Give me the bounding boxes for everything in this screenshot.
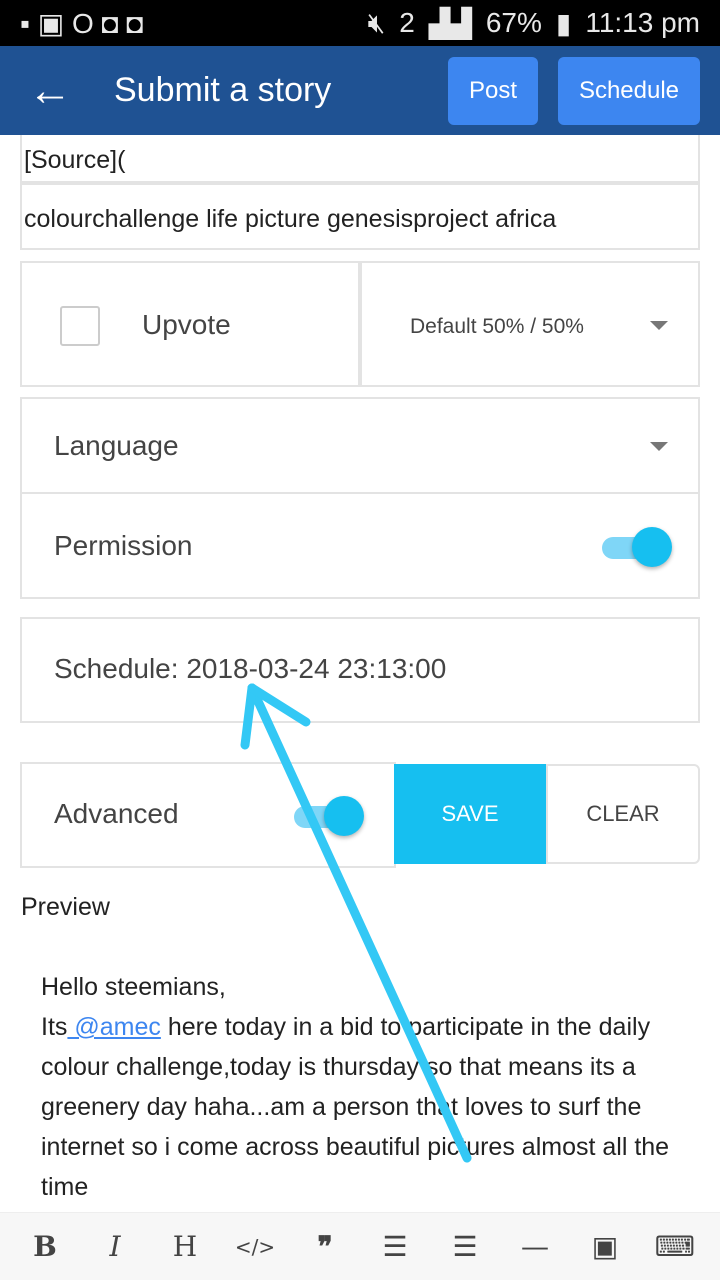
annotation-arrow: [240, 683, 472, 1163]
